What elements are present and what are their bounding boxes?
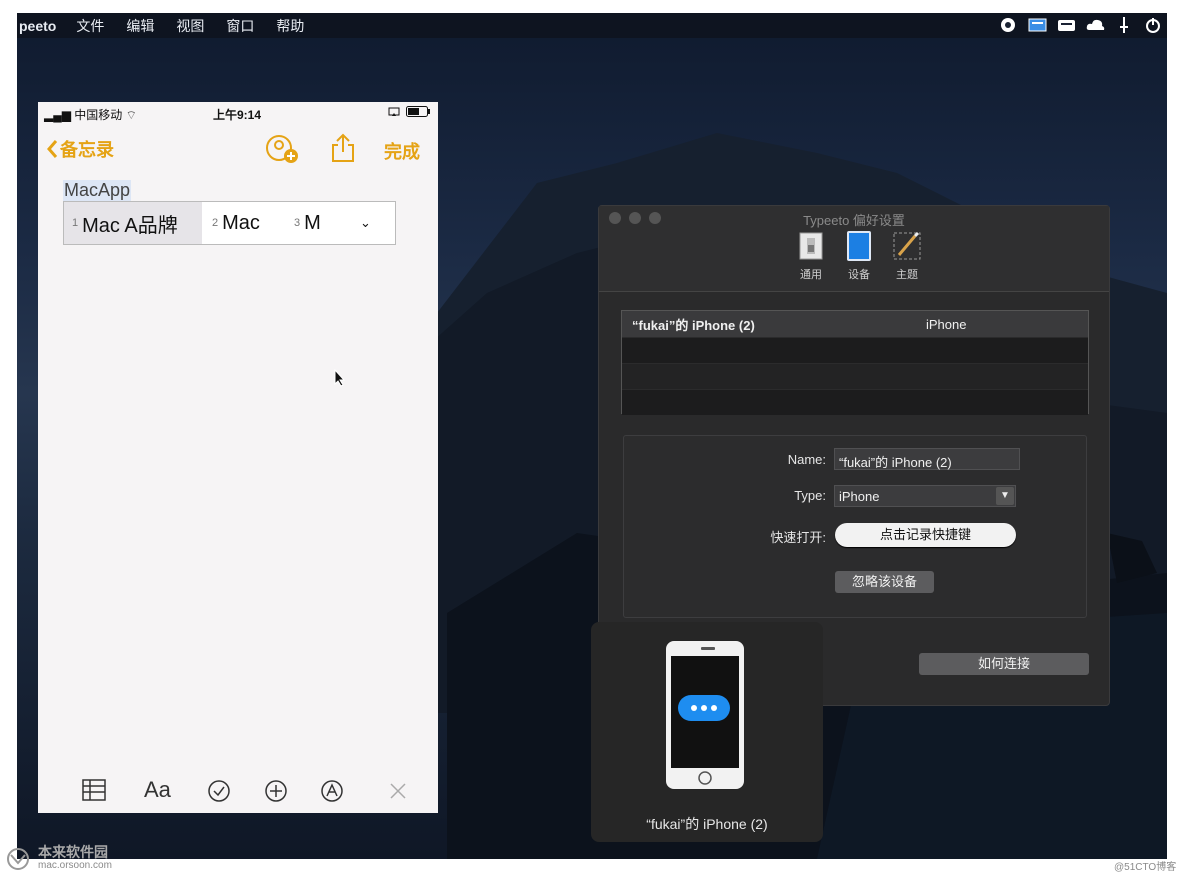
chevron-down-icon[interactable]: ⌄ (360, 215, 371, 231)
pin-icon[interactable] (1115, 16, 1134, 34)
markup-pen-icon[interactable] (320, 779, 344, 803)
checklist-icon[interactable] (207, 779, 231, 803)
battery-icon (406, 106, 430, 117)
desktop: peeto 文件 编辑 视图 窗口 帮助 ▂▄▆ 中国移动 ⌔ 上午9:14 备… (17, 13, 1167, 859)
name-label: Name: (787, 452, 826, 467)
table-icon[interactable] (82, 779, 106, 801)
status-bar: ▂▄▆ 中国移动 ⌔ 上午9:14 (38, 102, 438, 124)
switch-icon (799, 232, 823, 260)
menu-tray (999, 16, 1163, 34)
cloud-icon[interactable] (1086, 16, 1105, 34)
note-text[interactable]: MacApp (63, 180, 132, 201)
device-settings-panel: Name: “fukai”的 iPhone (2) Type: iPhone ▼… (623, 435, 1087, 618)
table-row-empty (622, 389, 1088, 415)
name-field[interactable]: “fukai”的 iPhone (2) (834, 448, 1020, 470)
candidate-2[interactable]: 2 Mac (202, 212, 288, 235)
record-icon[interactable] (999, 16, 1018, 34)
menu-file[interactable]: 文件 (76, 16, 104, 36)
preferences-titlebar: Typeeto 偏好设置 通用 设备 主题 (599, 206, 1109, 292)
screen-mirror-icon (388, 107, 400, 116)
menu-edit[interactable]: 编辑 (126, 16, 154, 36)
device-popover: “fukai”的 iPhone (2) (591, 622, 823, 842)
brush-icon (893, 231, 921, 260)
ime-candidate-bar: 1 Mac A品牌 2 Mac 3M ⌄ (63, 201, 396, 245)
window-title: Typeeto 偏好设置 (803, 213, 905, 228)
preferences-tabs: 通用 设备 主题 (794, 230, 924, 282)
status-time: 上午9:14 (213, 108, 262, 122)
device-type-cell: iPhone (926, 316, 967, 332)
iphone-icon (666, 641, 744, 789)
back-button[interactable]: 备忘录 (46, 136, 114, 162)
menu-app-name[interactable]: peeto (19, 18, 56, 34)
ignore-device-button[interactable]: 忽略该设备 (835, 571, 934, 593)
iphone-mirror-window: ▂▄▆ 中国移动 ⌔ 上午9:14 备忘录 完成 MacApp 1 Mac A品… (38, 102, 438, 813)
share-icon[interactable] (330, 133, 356, 163)
display-icon[interactable] (1057, 16, 1076, 34)
status-right (388, 106, 430, 117)
tab-devices[interactable]: 设备 (842, 230, 876, 282)
wifi-icon: ⌔ (122, 108, 137, 122)
back-label: 备忘录 (60, 140, 114, 160)
menu-bar: peeto 文件 编辑 视图 窗口 帮助 (17, 13, 1167, 38)
chevron-down-icon[interactable]: ▼ (996, 487, 1014, 505)
format-text-button[interactable]: Aa (144, 777, 171, 803)
table-row-empty (622, 363, 1088, 389)
candidate-3[interactable]: 3M (288, 212, 348, 235)
carrier-label: ▂▄▆ 中国移动 ⌔ (44, 108, 137, 122)
power-icon[interactable] (1144, 16, 1163, 34)
corner-watermark: @51CTO博客 (1114, 862, 1177, 873)
device-tablet-icon (847, 231, 871, 261)
device-name-cell: “fukai”的 iPhone (2) (632, 317, 755, 333)
how-to-connect-button[interactable]: 如何连接 (919, 653, 1089, 675)
device-name-label: “fukai”的 iPhone (2) (646, 816, 768, 832)
record-shortcut-button[interactable]: 点击记录快捷键 (835, 523, 1016, 547)
menu-window[interactable]: 窗口 (226, 16, 254, 36)
menu-view[interactable]: 视图 (176, 16, 204, 36)
chevron-left-icon (47, 140, 58, 158)
site-logo-icon (7, 848, 29, 870)
shortcut-label: 快速打开: (770, 530, 826, 545)
done-button[interactable]: 完成 (384, 138, 420, 164)
add-circle-icon[interactable] (264, 779, 288, 803)
table-row-empty (622, 337, 1088, 363)
type-label: Type: (794, 488, 826, 503)
mouse-cursor-icon (334, 369, 346, 387)
signal-icon: ▂▄▆ (44, 108, 75, 122)
add-people-icon[interactable] (264, 133, 300, 165)
notes-nav-bar: 备忘录 完成 (38, 124, 438, 170)
candidate-1[interactable]: 1 Mac A品牌 (64, 202, 202, 244)
table-row[interactable]: “fukai”的 iPhone (2) iPhone (622, 311, 1088, 337)
tab-theme[interactable]: 主题 (890, 230, 924, 282)
notes-toolbar: Aa (38, 769, 438, 813)
menu-help[interactable]: 帮助 (276, 16, 304, 36)
type-select[interactable]: iPhone ▼ (834, 485, 1016, 507)
site-watermark: 本来软件园 mac.orsoon.com (6, 845, 112, 872)
tab-general[interactable]: 通用 (794, 230, 828, 282)
typeeto-icon[interactable] (1028, 16, 1047, 34)
device-table: “fukai”的 iPhone (2) iPhone (621, 310, 1089, 415)
close-icon[interactable] (388, 781, 408, 801)
